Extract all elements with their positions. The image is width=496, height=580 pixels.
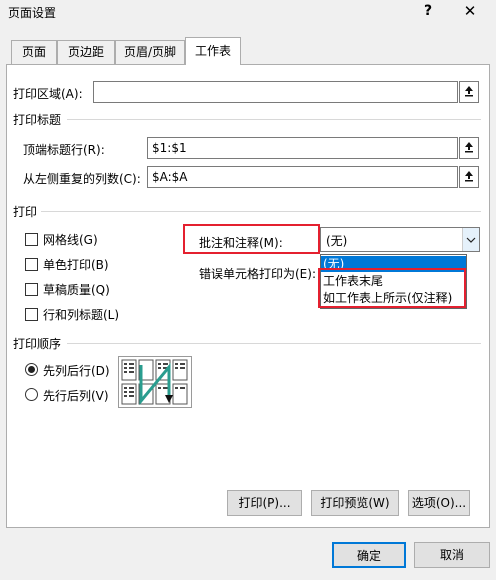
tab-header-footer[interactable]: 页眉/页脚 xyxy=(115,40,185,64)
down-then-over-label: 先列后行(D) xyxy=(43,364,110,378)
tab-page[interactable]: 页面 xyxy=(11,40,57,64)
page-order-section: 打印顺序 xyxy=(13,337,62,351)
print-area-label: 打印区域(A): xyxy=(13,87,83,101)
print-area-picker[interactable] xyxy=(459,81,479,103)
columns-to-repeat-input[interactable]: $A:$A xyxy=(147,166,458,188)
black-white-checkbox[interactable] xyxy=(25,258,38,271)
row-col-headings-checkbox[interactable] xyxy=(25,308,38,321)
print-section: 打印 xyxy=(13,205,38,219)
black-white-label: 单色打印(B) xyxy=(43,258,109,272)
rows-to-repeat-label: 顶端标题行(R): xyxy=(23,143,105,157)
options-button[interactable]: 选项(O)... xyxy=(408,490,470,516)
gridlines-checkbox[interactable] xyxy=(25,233,38,246)
cell-errors-label: 错误单元格打印为(E): xyxy=(199,267,316,281)
close-button[interactable]: ✕ xyxy=(462,2,478,20)
range-picker-icon xyxy=(464,85,474,100)
down-then-over-radio[interactable] xyxy=(25,363,38,376)
columns-picker[interactable] xyxy=(459,166,479,188)
dialog-title: 页面设置 xyxy=(8,6,57,20)
ok-button[interactable]: 确定 xyxy=(332,542,406,568)
over-then-down-label: 先行后列(V) xyxy=(43,389,109,403)
print-titles-divider xyxy=(67,119,481,120)
page-order-divider xyxy=(67,343,481,344)
chevron-down-icon[interactable] xyxy=(462,228,479,251)
tab-margins[interactable]: 页边距 xyxy=(57,40,115,64)
rows-to-repeat-input[interactable]: $1:$1 xyxy=(147,137,458,159)
print-titles-section: 打印标题 xyxy=(13,113,62,127)
row-col-headings-label: 行和列标题(L) xyxy=(43,308,120,322)
comments-combobox[interactable]: (无) xyxy=(320,227,480,252)
tab-sheet[interactable]: 工作表 xyxy=(185,37,241,65)
help-button[interactable]: ? xyxy=(420,3,436,19)
radio-selected-dot xyxy=(28,366,35,373)
gridlines-label: 网格线(G) xyxy=(43,233,98,247)
cancel-button[interactable]: 取消 xyxy=(414,542,490,568)
print-button[interactable]: 打印(P)... xyxy=(227,490,302,516)
draft-quality-checkbox[interactable] xyxy=(25,283,38,296)
range-picker-icon xyxy=(464,170,474,185)
columns-to-repeat-label: 从左侧重复的列数(C): xyxy=(23,172,141,186)
rows-picker[interactable] xyxy=(459,137,479,159)
highlight-comments-label xyxy=(183,224,320,254)
highlight-dropdown-options xyxy=(318,268,466,308)
print-divider xyxy=(41,211,481,212)
over-then-down-radio[interactable] xyxy=(25,388,38,401)
comments-combobox-value: (无) xyxy=(326,234,348,248)
print-preview-button[interactable]: 打印预览(W) xyxy=(311,490,399,516)
print-area-input[interactable] xyxy=(93,81,458,103)
range-picker-icon xyxy=(464,141,474,156)
draft-quality-label: 草稿质量(Q) xyxy=(43,283,110,297)
page-order-preview xyxy=(118,356,192,408)
